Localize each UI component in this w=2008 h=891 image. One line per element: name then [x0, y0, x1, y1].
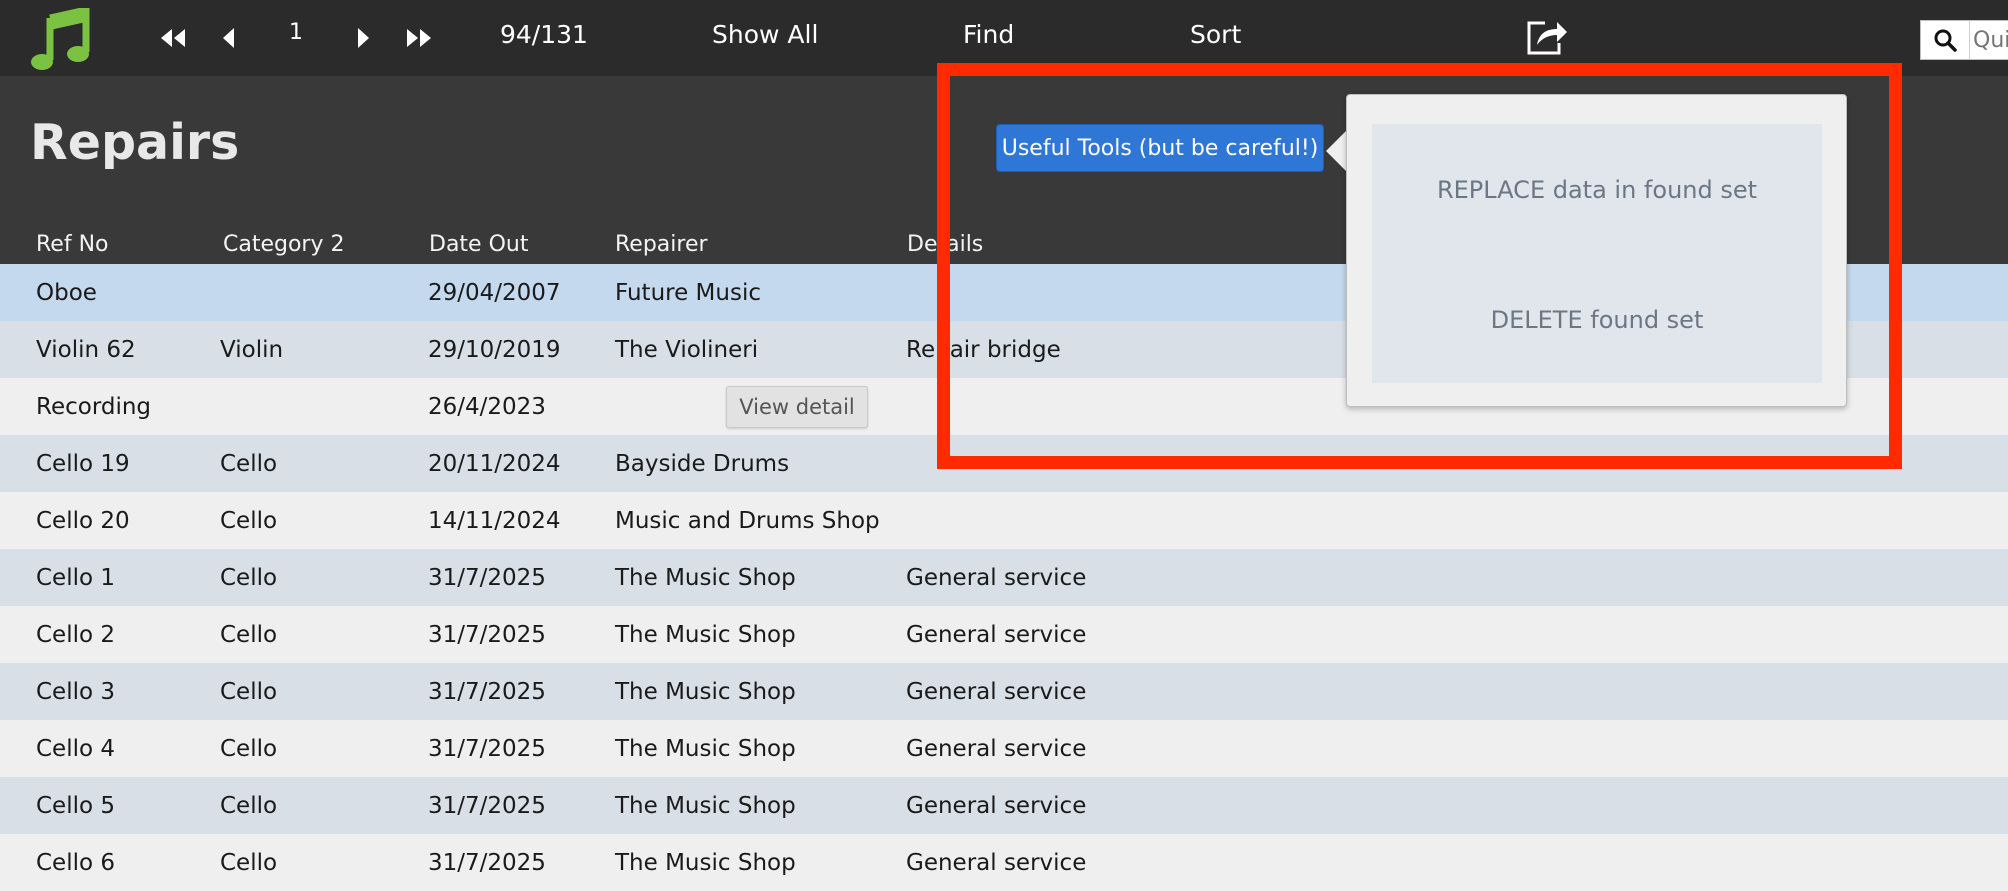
sort-button[interactable]: Sort: [1190, 20, 1241, 49]
view-detail-button[interactable]: View detail: [726, 386, 868, 428]
cell-repairer: The Music Shop: [615, 565, 796, 591]
cell-ref-no: Cello 3: [36, 679, 116, 705]
column-header-ref-no[interactable]: Ref No: [36, 232, 109, 257]
cell-category: Cello: [220, 451, 278, 477]
cell-details: General service: [906, 622, 1087, 648]
cell-repairer: The Music Shop: [615, 736, 796, 762]
cell-ref-no: Violin 62: [36, 337, 136, 363]
table-row[interactable]: Cello 20 Cello 14/11/2024 Music and Drum…: [0, 492, 2008, 549]
cell-date-out: 29/04/2007: [428, 280, 561, 306]
cell-date-out: 31/7/2025: [428, 736, 546, 762]
share-icon[interactable]: [1525, 17, 1569, 57]
table-row[interactable]: Cello 19 Cello 20/11/2024 Bayside Drums: [0, 435, 2008, 492]
cell-repairer: The Music Shop: [615, 622, 796, 648]
cell-details: General service: [906, 793, 1087, 819]
cell-ref-no: Cello 20: [36, 508, 130, 534]
cell-repairer: Future Music: [615, 280, 761, 306]
cell-details: General service: [906, 850, 1087, 876]
useful-tools-popover: REPLACE data in found set DELETE found s…: [1346, 94, 1847, 407]
cell-ref-no: Recording: [36, 394, 152, 420]
table-row[interactable]: Cello 4 Cello 31/7/2025 The Music Shop G…: [0, 720, 2008, 777]
cell-details: Repair bridge: [906, 337, 1061, 363]
popover-arrow: [1326, 130, 1347, 172]
cell-repairer: The Violineri: [615, 337, 759, 363]
cell-ref-no: Cello 1: [36, 565, 116, 591]
cell-ref-no: Cello 2: [36, 622, 116, 648]
table-row[interactable]: Cello 5 Cello 31/7/2025 The Music Shop G…: [0, 777, 2008, 834]
cell-date-out: 20/11/2024: [428, 451, 561, 477]
cell-category: Cello: [220, 736, 278, 762]
cell-date-out: 26/4/2023: [428, 394, 546, 420]
quick-find-box: [1920, 20, 2008, 60]
cell-details: General service: [906, 736, 1087, 762]
column-header-category-2[interactable]: Category 2: [223, 232, 344, 257]
cell-date-out: 31/7/2025: [428, 793, 546, 819]
next-record-icon[interactable]: [346, 22, 382, 54]
column-header-repairer[interactable]: Repairer: [615, 232, 708, 257]
cell-category: Cello: [220, 793, 278, 819]
show-all-button[interactable]: Show All: [712, 20, 818, 49]
last-record-icon[interactable]: [401, 22, 437, 54]
cell-date-out: 31/7/2025: [428, 565, 546, 591]
cell-date-out: 29/10/2019: [428, 337, 561, 363]
cell-repairer: The Music Shop: [615, 679, 796, 705]
find-button[interactable]: Find: [963, 20, 1014, 49]
cell-category: Cello: [220, 679, 278, 705]
cell-category: Cello: [220, 622, 278, 648]
record-count: 94/131: [500, 20, 588, 49]
cell-repairer: Music and Drums Shop: [615, 508, 880, 534]
cell-date-out: 31/7/2025: [428, 622, 546, 648]
delete-found-set-button[interactable]: DELETE found set: [1372, 290, 1822, 350]
cell-category: Violin: [220, 337, 284, 363]
cell-ref-no: Oboe: [36, 280, 97, 306]
quick-find-input[interactable]: [1973, 25, 2008, 55]
cell-details: General service: [906, 679, 1087, 705]
replace-data-button[interactable]: REPLACE data in found set: [1372, 160, 1822, 220]
cell-category: Cello: [220, 850, 278, 876]
music-note-icon: [30, 5, 90, 72]
popover-panel: REPLACE data in found set DELETE found s…: [1372, 124, 1822, 383]
table-row[interactable]: Cello 2 Cello 31/7/2025 The Music Shop G…: [0, 606, 2008, 663]
cell-date-out: 31/7/2025: [428, 679, 546, 705]
cell-ref-no: Cello 5: [36, 793, 116, 819]
useful-tools-button[interactable]: Useful Tools (but be careful!): [996, 124, 1324, 172]
table-row[interactable]: Cello 6 Cello 31/7/2025 The Music Shop G…: [0, 834, 2008, 891]
cell-category: Cello: [220, 565, 278, 591]
table-row[interactable]: Cello 1 Cello 31/7/2025 The Music Shop G…: [0, 549, 2008, 606]
previous-record-icon[interactable]: [210, 22, 246, 54]
cell-category: Cello: [220, 508, 278, 534]
cell-date-out: 31/7/2025: [428, 850, 546, 876]
first-record-icon[interactable]: [155, 22, 191, 54]
cell-details: General service: [906, 565, 1087, 591]
cell-date-out: 14/11/2024: [428, 508, 561, 534]
table-row[interactable]: Cello 3 Cello 31/7/2025 The Music Shop G…: [0, 663, 2008, 720]
page-title: Repairs: [30, 114, 240, 171]
column-header-date-out[interactable]: Date Out: [429, 232, 528, 257]
cell-repairer: Bayside Drums: [615, 451, 790, 477]
record-number[interactable]: 1: [276, 20, 316, 45]
cell-repairer: The Music Shop: [615, 850, 796, 876]
cell-repairer: The Music Shop: [615, 793, 796, 819]
cell-ref-no: Cello 19: [36, 451, 130, 477]
cell-ref-no: Cello 4: [36, 736, 116, 762]
toolbar: 1 94/131 Show All Find Sort: [0, 0, 2008, 76]
cell-ref-no: Cello 6: [36, 850, 116, 876]
search-icon[interactable]: [1921, 21, 1970, 59]
column-header-details[interactable]: Details: [907, 232, 983, 257]
